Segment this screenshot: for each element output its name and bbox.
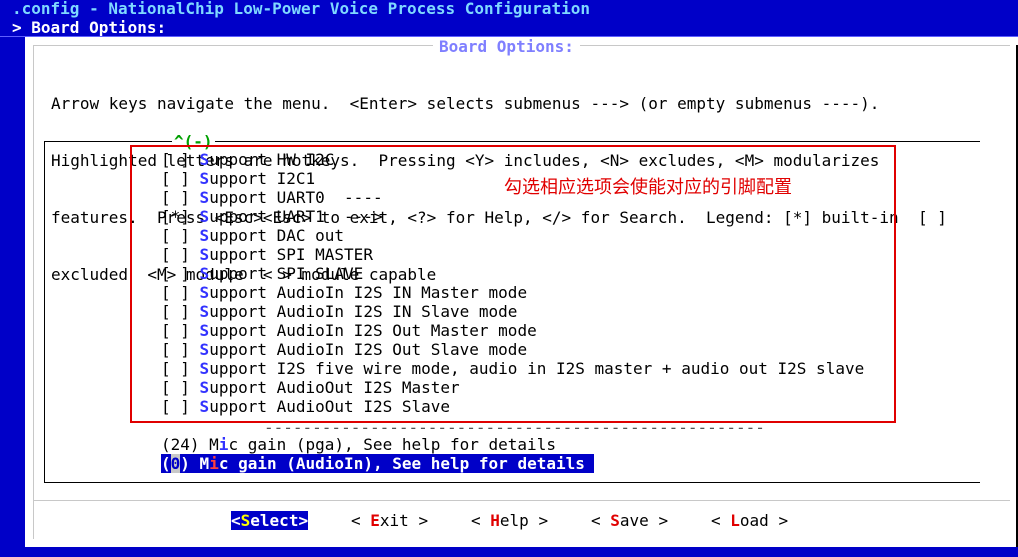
help-button[interactable]: < Help > [471,511,548,530]
menu-item-mic-gain-audioin[interactable]: (0) Mic gain (AudioIn), See help for det… [161,454,594,473]
button-text: < [231,511,241,530]
help-line: Arrow keys navigate the menu. <Enter> se… [51,94,880,113]
dialog-title: Board Options: [433,37,580,56]
annotation-note: 勾选相应选项会使能对应的引脚配置 [504,177,792,198]
item-text: c gain (AudioIn), See help for details [218,454,585,473]
item-text: c gain (pga), See help for details [228,435,556,454]
load-button[interactable]: < Load > [711,511,788,530]
item-hotkey: i [209,454,219,473]
button-rule [33,500,1010,501]
menu-item-mic-gain-pga[interactable]: (24) Mic gain (pga), See help for detail… [161,435,556,454]
button-text: ave > [619,511,669,530]
button-hotkey: E [370,511,380,530]
button-text: < [591,511,611,530]
button-text: xit > [379,511,429,530]
item-text: ( [161,454,171,473]
item-text: (24) M [161,435,219,454]
window-title: .config - NationalChip Low-Power Voice P… [12,0,590,18]
dialog-frame-left [33,45,34,539]
item-text: ) M [180,454,210,473]
select-button[interactable]: <Select> [231,511,309,530]
bottom-bar [0,547,1018,557]
save-button[interactable]: < Save > [591,511,668,530]
button-hotkey: S [610,511,620,530]
item-hotkey: i [218,435,229,454]
breadcrumb: > Board Options: [0,18,1018,37]
button-text: < [471,511,491,530]
button-text: oad > [739,511,789,530]
exit-button[interactable]: < Exit > [351,511,428,530]
text-cursor: 0 [170,454,181,473]
button-text: elect> [250,511,309,530]
button-text: < [711,511,731,530]
button-hotkey: L [730,511,740,530]
button-text: elp > [499,511,549,530]
left-margin [0,37,25,557]
button-hotkey: H [490,511,500,530]
button-hotkey: S [240,511,251,530]
button-text: < [351,511,371,530]
